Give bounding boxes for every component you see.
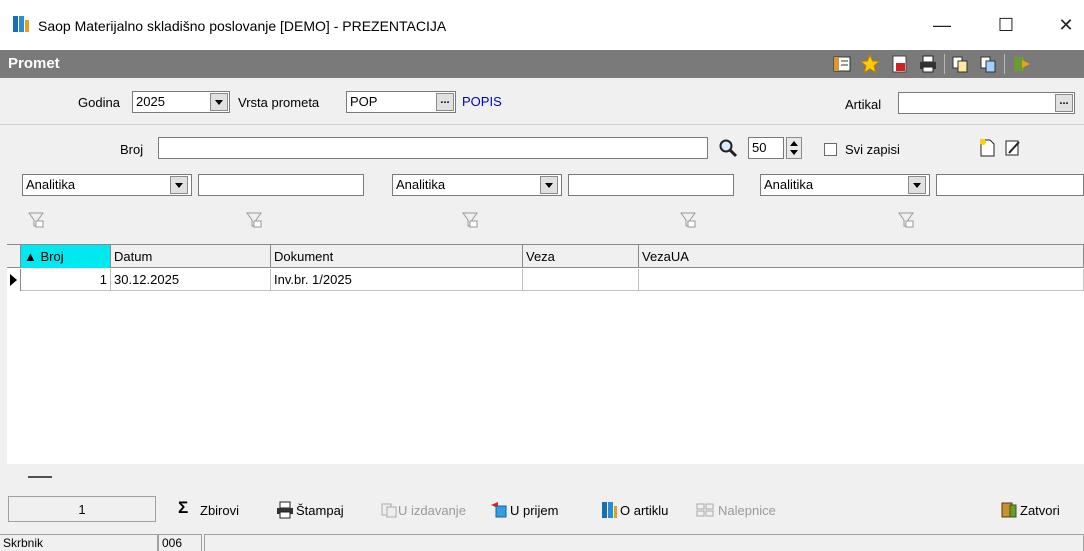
toolbar-separator [1004, 54, 1005, 74]
analitika-2-select[interactable]: Analitika [392, 174, 562, 196]
current-row-indicator [7, 269, 21, 291]
analitika-1-value-input[interactable] [198, 174, 364, 196]
column-header-vezaua[interactable]: VezaUA [639, 245, 1084, 268]
godina-dropdown-button[interactable] [210, 93, 228, 111]
print-icon [277, 501, 293, 519]
filter-icon[interactable] [28, 212, 44, 228]
status-user: Skrbnik [0, 534, 158, 551]
analitika-3-dropdown-button[interactable] [908, 176, 926, 194]
zatvori-button[interactable]: Zatvori [1020, 503, 1060, 518]
analitika-2-value-input[interactable] [568, 174, 734, 196]
title-bar: Saop Materijalno skladišno poslovanje [D… [0, 0, 1084, 50]
analitika-3-select[interactable]: Analitika [760, 174, 930, 196]
record-limit-spinner[interactable] [786, 137, 802, 159]
app-logo-icon [13, 16, 29, 32]
panel-header: Promet [0, 50, 1084, 78]
record-limit-input[interactable]: 50 [748, 137, 784, 159]
svi-zapisi-label: Svi zapisi [845, 142, 900, 157]
status-message [204, 534, 1084, 551]
maximize-button[interactable]: ☐ [986, 12, 1026, 38]
analitika-3-value-input[interactable] [936, 174, 1084, 196]
issue-document-icon [381, 503, 397, 518]
paste-icon[interactable] [978, 54, 998, 74]
artikal-input[interactable] [898, 92, 1075, 114]
close-door-icon [1001, 502, 1017, 518]
article-info-icon [602, 502, 617, 518]
row-indicator-header [7, 245, 21, 268]
vrsta-prometa-description: POPIS [462, 94, 502, 109]
sum-icon: Σ [178, 498, 189, 517]
panel-title: Promet [8, 55, 60, 72]
favorite-star-icon[interactable] [860, 54, 880, 74]
u-prijem-button[interactable]: U prijem [510, 503, 558, 518]
columns-icon[interactable] [832, 54, 852, 74]
print-icon[interactable] [918, 54, 938, 74]
search-icon[interactable] [718, 138, 738, 158]
zbirovi-button[interactable]: Zbirovi [200, 503, 239, 518]
splitter-handle[interactable] [28, 476, 52, 478]
column-header-broj[interactable]: ▲ Broj [21, 245, 111, 268]
analitika-2-dropdown-button[interactable] [540, 176, 558, 194]
export-icon[interactable] [890, 54, 910, 74]
cell-dokument[interactable]: Inv.br. 1/2025 [271, 269, 523, 291]
cell-broj[interactable]: 1 [21, 269, 111, 291]
copy-icon[interactable] [950, 54, 970, 74]
close-button[interactable]: ✕ [1046, 12, 1084, 38]
o-artiklu-button[interactable]: O artiklu [620, 503, 668, 518]
analitika-1-select[interactable]: Analitika [22, 174, 192, 196]
godina-label: Godina [78, 95, 120, 110]
nalepnice-button[interactable]: Nalepnice [718, 503, 776, 518]
stampaj-button[interactable]: Štampaj [296, 503, 344, 518]
status-code: 006 [158, 534, 202, 551]
record-count: 1 [8, 496, 156, 522]
edit-document-icon[interactable] [1004, 138, 1022, 158]
cell-veza[interactable] [523, 269, 639, 291]
labels-icon [696, 503, 714, 517]
minimize-button[interactable]: — [922, 12, 962, 38]
toolbar-separator [944, 54, 945, 74]
divider [0, 124, 1084, 125]
receipt-document-icon [491, 502, 507, 518]
action-bar: 1 Σ Zbirovi Štampaj U izdavanje U prijem… [0, 490, 1084, 530]
new-document-icon[interactable] [978, 138, 996, 158]
vrsta-prometa-label: Vrsta prometa [238, 95, 320, 110]
artikal-browse-button[interactable]: ... [1055, 94, 1073, 112]
window-title: Saop Materijalno skladišno poslovanje [D… [38, 18, 447, 34]
status-bar: Skrbnik 006 [0, 532, 1084, 551]
column-header-dokument[interactable]: Dokument [271, 245, 523, 268]
column-header-veza[interactable]: Veza [523, 245, 639, 268]
svi-zapisi-checkbox[interactable] [824, 143, 837, 156]
cell-datum[interactable]: 30.12.2025 [111, 269, 271, 291]
broj-label: Broj [120, 142, 144, 157]
broj-input[interactable] [158, 137, 708, 159]
filter-icon[interactable] [680, 212, 696, 228]
analitika-1-dropdown-button[interactable] [170, 176, 188, 194]
filter-icon[interactable] [898, 212, 914, 228]
u-izdavanje-button[interactable]: U izdavanje [398, 503, 466, 518]
grid-header: ▲ Broj Datum Dokument Veza VezaUA [7, 245, 1084, 268]
exit-icon[interactable] [1012, 54, 1032, 74]
data-grid: ▲ Broj Datum Dokument Veza VezaUA 1 30.1… [7, 244, 1084, 464]
artikal-label: Artikal [845, 97, 882, 112]
filter-icon[interactable] [246, 212, 262, 228]
vrsta-prometa-browse-button[interactable]: ... [436, 93, 454, 111]
column-header-datum[interactable]: Datum [111, 245, 271, 268]
filter-icon[interactable] [462, 212, 478, 228]
cell-vezaua[interactable] [639, 269, 1084, 291]
